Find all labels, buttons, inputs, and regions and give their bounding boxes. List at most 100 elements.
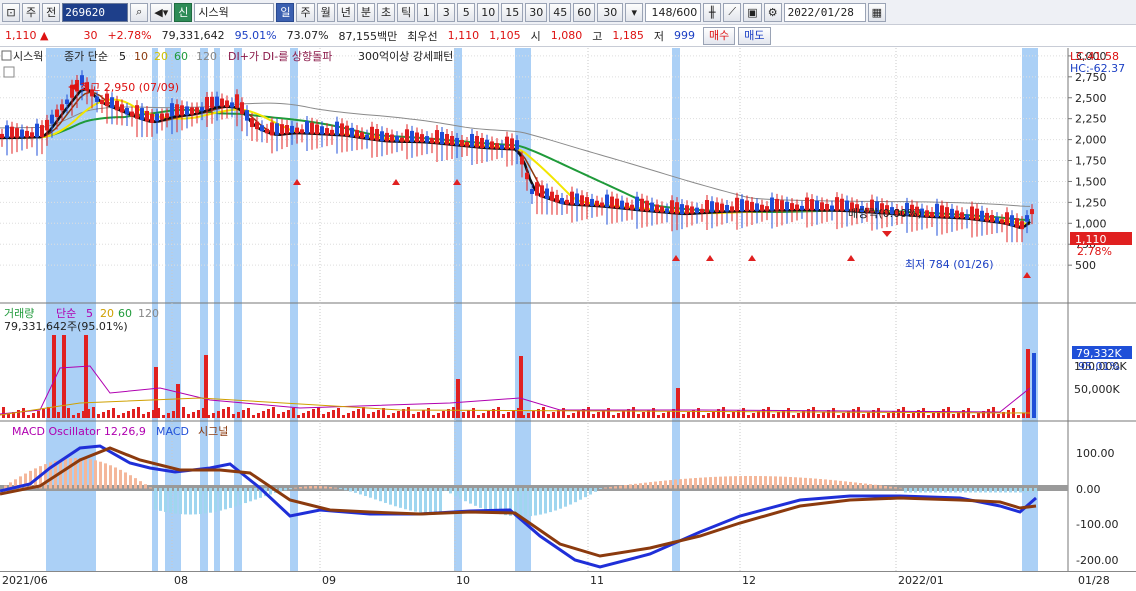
window-menu-icon[interactable]: ⊡ — [2, 2, 20, 22]
macd-osc-bar — [174, 488, 177, 514]
chevron-down-icon[interactable]: ▾ — [625, 2, 644, 22]
macd-osc-bar — [329, 486, 332, 489]
interval-30[interactable]: 30 — [525, 2, 548, 22]
draw-tool-icon[interactable]: ⟋ — [723, 2, 742, 22]
candle-body — [330, 129, 334, 135]
calendar-icon[interactable]: ▦ — [867, 2, 887, 22]
volume-legend-ma: 단순 — [56, 307, 76, 320]
annotation-low: 최저 784 (01/26) — [905, 258, 994, 271]
candle-body — [990, 215, 994, 223]
candle-body — [0, 133, 4, 138]
macd-osc-bar — [669, 480, 672, 489]
macd-osc-bar — [369, 488, 372, 498]
grid-icon[interactable] — [3, 66, 15, 78]
macd-osc-bar — [614, 486, 617, 489]
volume-bar — [752, 413, 755, 418]
volume-bar — [337, 408, 340, 418]
search-icon[interactable]: ⌕ — [130, 2, 149, 22]
candle-body — [735, 197, 739, 212]
volume-bar — [482, 413, 485, 418]
candle-body — [280, 124, 284, 135]
chart-type-icon[interactable]: ╫ — [703, 2, 722, 22]
volume-legend-60: 60 — [118, 307, 132, 320]
chart-window: ⊡ 주 전 269620 ⌕ ◀▾ 신 시스웍 일 주 월 년 분 초 틱 1 … — [0, 0, 1136, 591]
macd-osc-bar — [1024, 488, 1027, 493]
volume-spike — [1026, 349, 1030, 418]
annotation-high: 최고 2,950 (07/09) — [80, 81, 179, 94]
buy-button[interactable]: 매수 — [703, 26, 736, 45]
interval-value[interactable]: 30 — [597, 2, 624, 22]
save-icon[interactable]: ▣ — [743, 2, 762, 22]
macd-osc-bar — [724, 476, 727, 489]
candle-body — [925, 210, 929, 217]
macd-osc-bar — [949, 488, 952, 493]
candle-body — [755, 203, 759, 211]
period-minute[interactable]: 분 — [356, 2, 375, 22]
speaker-icon[interactable]: ◀▾ — [150, 2, 173, 22]
y-tick-label: 1,750 — [1075, 155, 1107, 168]
stock-code-input[interactable]: 269620 — [62, 2, 129, 22]
candle-body — [1025, 215, 1029, 222]
macd-osc-bar — [279, 488, 282, 492]
volume-bar — [497, 407, 500, 418]
volume-bar — [877, 408, 880, 418]
macd-osc-bar — [854, 482, 857, 489]
candle-body — [725, 204, 729, 212]
gear-icon[interactable]: ⚙ — [763, 2, 782, 22]
period-second[interactable]: 초 — [376, 2, 396, 22]
page-count[interactable]: 148/600 — [645, 2, 702, 22]
period-tick[interactable]: 틱 — [397, 2, 416, 22]
volume-bar — [122, 413, 125, 418]
quote-bar: 1,110 ▲ 30 +2.78% 79,331,642 95.01% 73.0… — [0, 25, 1136, 47]
macd-osc-bar — [684, 478, 687, 489]
stock-name-field[interactable]: 시스웍 — [194, 2, 275, 22]
candle-body — [125, 107, 129, 115]
volume-bar — [362, 407, 365, 418]
macd-osc-bar — [694, 478, 697, 489]
interval-15[interactable]: 15 — [501, 2, 524, 22]
sell-button[interactable]: 매도 — [738, 26, 771, 45]
interval-45[interactable]: 45 — [549, 2, 572, 22]
stock-chart[interactable]: 3,0002,7502,5002,2502,0001,7501,5001,250… — [0, 48, 1136, 571]
period-week[interactable]: 주 — [296, 2, 315, 22]
candle-body — [180, 105, 184, 116]
volume-bar — [532, 411, 535, 418]
volume-bar — [417, 412, 420, 418]
period-year[interactable]: 년 — [336, 2, 355, 22]
macd-osc-bar — [339, 488, 342, 490]
interval-60[interactable]: 60 — [573, 2, 596, 22]
volume-bar — [997, 414, 1000, 418]
volume-bar — [342, 415, 345, 418]
y-tick-label: 1,500 — [1075, 175, 1107, 188]
candle-body — [785, 201, 789, 211]
period-day[interactable]: 일 — [276, 2, 295, 22]
price-pct-tag: 2.78% — [1077, 245, 1112, 258]
volume-bar — [667, 411, 670, 418]
period-month[interactable]: 월 — [316, 2, 335, 22]
prev-button[interactable]: 전 — [42, 2, 61, 22]
interval-3[interactable]: 3 — [437, 2, 456, 22]
volume-bar — [637, 414, 640, 418]
volume-bar — [37, 411, 40, 418]
macd-osc-bar — [594, 488, 597, 492]
market-select[interactable]: 주 — [22, 2, 41, 22]
volume-bar — [792, 415, 795, 418]
candle-body — [245, 110, 249, 121]
interval-5[interactable]: 5 — [457, 2, 476, 22]
macd-osc-bar — [289, 488, 292, 490]
volume-bar — [617, 413, 620, 418]
candle-body — [660, 206, 664, 213]
interval-10[interactable]: 10 — [477, 2, 500, 22]
candle-body — [550, 191, 554, 201]
macd-osc-bar — [704, 477, 707, 489]
candle-body — [160, 113, 164, 120]
interval-1[interactable]: 1 — [417, 2, 436, 22]
x-label: 2022/01 — [898, 574, 944, 587]
date-input[interactable]: 2022/01/28 — [783, 2, 866, 22]
macd-osc-bar — [999, 488, 1002, 493]
volume-info: 79,331,642주(95.01%) — [4, 320, 128, 333]
volume-ratio: 95.01% — [234, 29, 277, 42]
macd-osc-bar — [529, 488, 532, 517]
macd-osc-bar — [654, 481, 657, 489]
volume-bar — [727, 414, 730, 418]
